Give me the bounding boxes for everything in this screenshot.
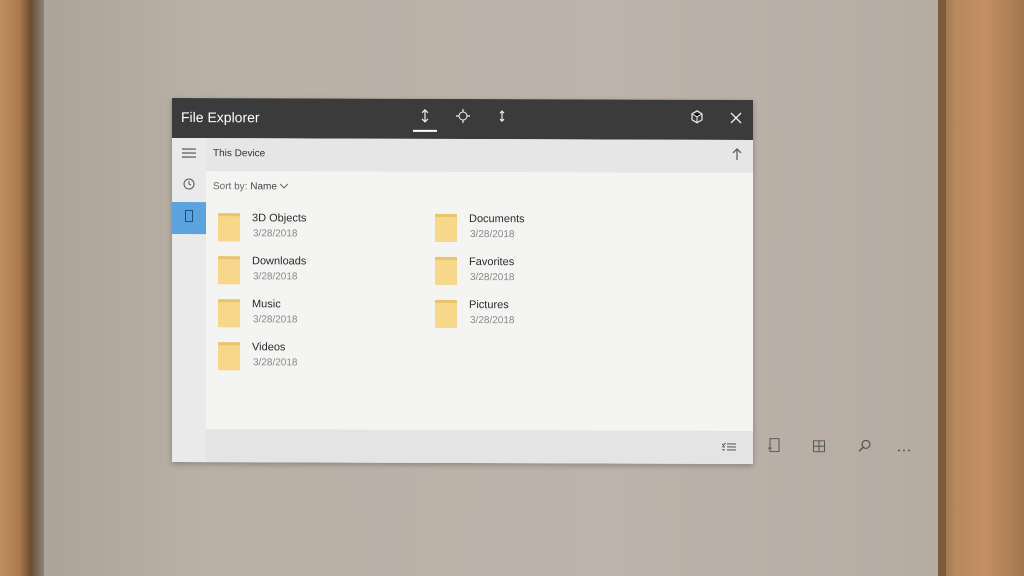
folder-name: 3D Objects bbox=[252, 212, 307, 225]
new-window-icon[interactable] bbox=[764, 438, 784, 458]
folder-date: 3/28/2018 bbox=[470, 315, 515, 327]
folder-name: Favorites bbox=[469, 256, 515, 269]
close-icon[interactable] bbox=[724, 108, 748, 132]
folder-item-3d-objects[interactable]: 3D Objects 3/28/2018 bbox=[218, 209, 418, 244]
folder-date: 3/28/2018 bbox=[470, 272, 515, 284]
folder-item-pictures[interactable]: Pictures 3/28/2018 bbox=[435, 296, 635, 331]
folder-icon bbox=[435, 213, 457, 242]
folder-date: 3/28/2018 bbox=[253, 228, 298, 240]
folder-name: Pictures bbox=[469, 299, 509, 312]
command-bar bbox=[206, 429, 910, 465]
folder-date: 3/28/2018 bbox=[253, 271, 298, 283]
window-title: File Explorer bbox=[181, 109, 260, 126]
folder-icon bbox=[218, 342, 240, 371]
menu-icon[interactable] bbox=[172, 138, 206, 170]
folder-list: Sort by: Name 3D Objects 3/28/2018 Docum… bbox=[206, 171, 753, 432]
folder-icon bbox=[435, 256, 457, 285]
chevron-down-icon bbox=[279, 180, 289, 189]
folder-name: Downloads bbox=[252, 255, 307, 268]
title-bar[interactable]: File Explorer bbox=[172, 97, 753, 141]
more-icon[interactable] bbox=[894, 439, 914, 459]
active-mode-indicator bbox=[413, 129, 437, 132]
folder-item-downloads[interactable]: Downloads 3/28/2018 bbox=[218, 252, 418, 287]
folder-name: Videos bbox=[252, 341, 286, 354]
view-icon[interactable] bbox=[809, 438, 829, 458]
sort-dropdown[interactable]: Sort by: Name bbox=[213, 180, 289, 193]
file-explorer-window: File Explorer This Device Sort by: Name … bbox=[172, 97, 910, 465]
location-bar: This Device bbox=[206, 138, 753, 174]
scroll-mode-icon[interactable] bbox=[413, 107, 437, 131]
folder-name: Documents bbox=[469, 213, 525, 226]
folder-icon bbox=[435, 299, 457, 328]
sort-label: Sort by: bbox=[213, 181, 248, 193]
up-arrow-icon[interactable] bbox=[729, 147, 745, 165]
folder-item-favorites[interactable]: Favorites 3/28/2018 bbox=[435, 253, 635, 288]
folder-date: 3/28/2018 bbox=[470, 229, 515, 241]
location-label: This Device bbox=[213, 148, 266, 160]
select-icon[interactable] bbox=[719, 438, 739, 458]
door-frame-right bbox=[938, 0, 1024, 576]
search-icon[interactable] bbox=[854, 438, 874, 458]
this-device-icon[interactable] bbox=[172, 201, 206, 235]
recent-icon[interactable] bbox=[172, 170, 206, 202]
folder-name: Music bbox=[252, 298, 281, 311]
hologram-icon[interactable] bbox=[685, 108, 709, 132]
folder-date: 3/28/2018 bbox=[253, 314, 298, 326]
folder-date: 3/28/2018 bbox=[253, 357, 298, 369]
folder-icon bbox=[218, 213, 240, 242]
sort-value: Name bbox=[250, 181, 277, 193]
move-icon[interactable] bbox=[451, 107, 475, 131]
folder-item-documents[interactable]: Documents 3/28/2018 bbox=[435, 210, 635, 245]
scale-icon[interactable] bbox=[490, 107, 514, 131]
door-frame-left bbox=[0, 0, 44, 576]
folder-item-music[interactable]: Music 3/28/2018 bbox=[218, 295, 418, 330]
folder-item-videos[interactable]: Videos 3/28/2018 bbox=[218, 338, 418, 373]
sidebar bbox=[172, 137, 206, 463]
folder-icon bbox=[218, 299, 240, 328]
folder-icon bbox=[218, 256, 240, 285]
